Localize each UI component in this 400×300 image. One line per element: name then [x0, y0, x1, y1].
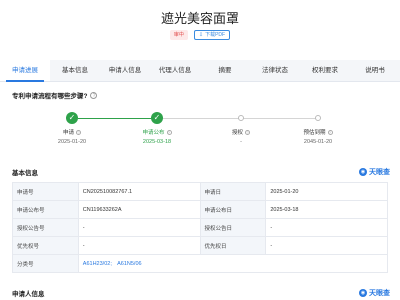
- progress-timeline: ✓ 申请? 2025-01-20 ✓ 申请公布? 2025-03-18 授权? …: [0, 112, 400, 152]
- help-icon[interactable]: ?: [76, 129, 81, 135]
- tab-agent-info[interactable]: 代理人信息: [150, 60, 200, 81]
- pending-dot-icon: [315, 115, 321, 121]
- tab-description[interactable]: 说明书: [350, 60, 400, 81]
- classification-link[interactable]: A61H23/02;: [83, 261, 112, 267]
- help-icon[interactable]: ?: [245, 129, 250, 135]
- field-label: 申请号: [12, 182, 79, 201]
- step-label: 授权: [231, 130, 243, 136]
- tab-abstract[interactable]: 摘要: [200, 60, 250, 81]
- table-row: 授权公告号 - 授权公告日 -: [12, 218, 388, 237]
- application-date: 2025-01-20: [265, 182, 388, 201]
- step-label: 预估到期: [303, 130, 326, 136]
- field-label: 分类号: [12, 254, 79, 273]
- check-icon: ✓: [151, 112, 163, 124]
- field-label: 申请日: [199, 182, 267, 201]
- publication-date: 2025-03-18: [265, 200, 388, 219]
- section-title: 申请人信息: [12, 291, 45, 298]
- table-row: 分类号 A61H23/02; A61N5/06: [12, 254, 389, 273]
- field-label: 申请公布日: [199, 200, 267, 219]
- field-label: 申请公布号: [12, 200, 79, 219]
- priority-date: -: [265, 236, 388, 255]
- brand-mark-icon: ◉: [359, 289, 367, 297]
- tab-bar: 申请进展 基本信息 申请人信息 代理人信息 摘要 法律状态 权利要求 说明书: [0, 60, 400, 82]
- brand-label: 天眼查: [369, 290, 390, 297]
- timeline-step-grant: 授权? -: [211, 112, 271, 145]
- step-date: 2025-03-18: [142, 139, 172, 145]
- table-row: 申请号 CN202510082767.1 申请日 2025-01-20: [12, 182, 388, 201]
- tab-legal-status[interactable]: 法律状态: [250, 60, 300, 81]
- tianyancha-logo[interactable]: ◉ 天眼查: [359, 288, 390, 298]
- basic-info-header: 基本信息 ◉ 天眼查: [12, 167, 390, 177]
- help-icon[interactable]: ?: [327, 129, 333, 135]
- basic-info-table: 申请号 CN202510082767.1 申请日 2025-01-20 申请公布…: [12, 182, 389, 273]
- check-icon: ✓: [66, 112, 78, 124]
- patent-title: 遮光美容面罩: [160, 11, 239, 26]
- field-label: 授权公告号: [12, 218, 79, 237]
- step-date: -: [240, 139, 242, 145]
- field-label: 授权公告日: [199, 218, 267, 237]
- tab-claims[interactable]: 权利要求: [300, 60, 350, 81]
- publication-number: CN119633262A: [77, 200, 201, 219]
- tab-applicant-info[interactable]: 申请人信息: [100, 60, 150, 81]
- timeline-step-apply: ✓ 申请? 2025-01-20: [42, 112, 102, 145]
- step-date: 2045-01-20: [303, 139, 333, 145]
- grant-number: -: [77, 218, 201, 237]
- process-question-text: 专利申请流程有哪些步骤?: [12, 93, 88, 100]
- download-pdf-button[interactable]: ⇩ 下载PDF: [193, 30, 231, 40]
- timeline-step-publication: ✓ 申请公布? 2025-03-18: [127, 112, 187, 145]
- download-icon: ⇩: [198, 31, 204, 38]
- tab-progress[interactable]: 申请进展: [0, 60, 50, 82]
- step-label: 申请公布: [142, 130, 165, 136]
- brand-label: 天眼查: [369, 169, 390, 176]
- priority-number: -: [77, 236, 201, 255]
- download-pdf-label: 下载PDF: [205, 31, 226, 38]
- table-row: 申请公布号 CN119633262A 申请公布日 2025-03-18: [12, 200, 388, 219]
- field-label: 优先权号: [12, 236, 79, 255]
- grant-date: -: [265, 218, 388, 237]
- pending-dot-icon: [238, 115, 244, 121]
- step-label: 申请: [62, 130, 74, 136]
- header-badges: 审中 ⇩ 下载PDF: [0, 30, 400, 40]
- section-title: 基本信息: [12, 170, 38, 177]
- status-badge: 审中: [169, 30, 188, 40]
- classification-link[interactable]: A61N5/06: [117, 261, 141, 267]
- help-icon[interactable]: ?: [166, 129, 172, 135]
- field-label: 优先权日: [199, 236, 267, 255]
- table-row: 优先权号 - 优先权日 -: [12, 236, 388, 255]
- brand-mark-icon: ◉: [359, 168, 367, 176]
- application-number: CN202510082767.1: [77, 182, 201, 201]
- tianyancha-logo[interactable]: ◉ 天眼查: [359, 167, 390, 177]
- process-question[interactable]: 专利申请流程有哪些步骤? ?: [12, 90, 98, 100]
- step-date: 2025-01-20: [57, 139, 87, 145]
- tab-basic-info[interactable]: 基本信息: [50, 60, 100, 81]
- timeline-step-expiry: 预估到期? 2045-01-20: [288, 112, 348, 145]
- help-icon[interactable]: ?: [90, 91, 98, 99]
- applicant-info-header: 申请人信息 ◉ 天眼查: [12, 288, 390, 298]
- classification-codes: A61H23/02; A61N5/06: [77, 254, 389, 273]
